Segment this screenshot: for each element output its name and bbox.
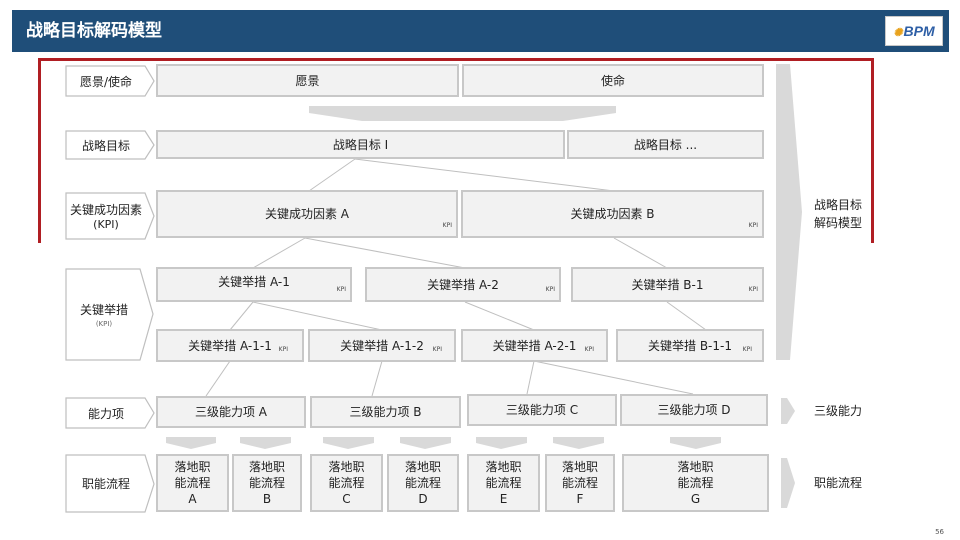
process-d-line3: D [418,492,428,506]
page-number: 56 [935,528,944,536]
process-a-line3: A [188,492,197,506]
csf-a-box: 关键成功因素 A KPI [156,190,458,238]
process-e-line3: E [499,492,508,506]
capability-d-box: 三级能力项 D [620,394,768,426]
action-a21-text: 关键举措 A-2-1 [492,338,577,353]
capability-side-label: 三级能力 [813,404,862,418]
model-side-line1: 战略目标 [813,198,862,212]
kpi-tag: KPI [748,286,758,293]
capability-a-box: 三级能力项 A [156,396,306,428]
action-a1-box: 关键举措 A-1 KPI [156,267,352,302]
kpi-tag: KPI [742,346,752,353]
process-d-line1: 落地职 [404,460,441,474]
action-b11-text: 关键举措 B-1-1 [648,338,732,353]
process-box-e: 落地职能流程 E [467,454,540,512]
label-vision-mission: 愿景/使命 [79,74,133,89]
action-a11-box: 关键举措 A-1-1 KPI [156,329,304,362]
label-actions-sub: (KPI) [95,320,113,328]
strategic-goal-more-text: 战略目标 ... [633,137,698,152]
process-side-label: 职能流程 [813,476,862,490]
label-csf-text: 关键成功因素 [69,203,142,217]
process-box-g: 落地职能流程 G [622,454,769,512]
csf-a-text: 关键成功因素 A [264,207,350,221]
kpi-tag: KPI [748,222,758,229]
action-a2-text: 关键举措 A-2 [427,277,499,292]
label-process: 职能流程 [81,477,130,491]
action-b1-box: 关键举措 B-1 KPI [571,267,764,302]
process-box-a: 落地职能流程 A [156,454,229,512]
capability-d-text: 三级能力项 D [657,403,731,417]
action-a2-box: 关键举措 A-2 KPI [365,267,561,302]
process-box-b: 落地职能流程 B [232,454,302,512]
capability-a-text: 三级能力项 A [194,405,268,419]
mission-text: 使命 [600,73,625,88]
model-side-line2: 解码模型 [813,216,862,230]
label-strategic-goals: 战略目标 [81,138,130,153]
kpi-tag: KPI [432,346,442,353]
action-a11-text: 关键举措 A-1-1 [188,338,272,353]
capability-c-box: 三级能力项 C [467,394,617,426]
csf-b-text: 关键成功因素 B [570,207,655,221]
process-a-line2: 能流程 [174,476,211,490]
strategic-goal-1-text: 战略目标 Ⅰ [332,137,389,152]
process-e-line2: 能流程 [485,476,522,490]
process-b-line2: 能流程 [248,476,285,490]
vision-text: 愿景 [295,73,320,88]
capability-chevron [781,398,795,424]
label-csf: 关键成功因素 (KPI) [66,193,146,239]
kpi-tag: KPI [336,286,346,293]
process-f-line3: F [576,492,584,506]
process-a-line1: 落地职 [174,460,211,474]
process-box-f: 落地职能流程 F [545,454,615,512]
process-d-line2: 能流程 [404,476,441,490]
process-box-c: 落地职能流程 C [310,454,383,512]
process-c-line1: 落地职 [328,460,365,474]
label-capability: 能力项 [87,406,124,421]
process-b-line1: 落地职 [248,460,285,474]
strategic-goal-more-box: 战略目标 ... [567,130,764,159]
kpi-tag: KPI [545,286,555,293]
action-a12-box: 关键举措 A-1-2 KPI [308,329,456,362]
action-b1-text: 关键举措 B-1 [631,277,704,292]
process-b-line3: B [262,492,272,506]
capability-b-box: 三级能力项 B [310,396,461,428]
mission-box: 使命 [462,64,764,97]
csf-b-box: 关键成功因素 B KPI [461,190,764,238]
capability-c-text: 三级能力项 C [505,403,579,417]
process-g-line2: 能流程 [677,476,714,490]
capability-b-text: 三级能力项 B [349,405,422,419]
process-box-d: 落地职能流程 D [387,454,459,512]
label-csf-sub: (KPI) [93,218,119,231]
label-actions-text: 关键举措 [79,303,128,317]
process-c-line3: C [342,492,351,506]
process-g-line1: 落地职 [677,460,714,474]
process-down-arrows [166,437,721,449]
model-side-label: 战略目标 解码模型 [806,196,870,232]
label-key-actions: 关键举措 (KPI) [66,269,142,360]
process-chevron [781,458,795,508]
action-a1-text: 关键举措 A-1 [218,274,290,289]
action-a12-text: 关键举措 A-1-2 [340,338,424,353]
process-e-line1: 落地职 [485,460,522,474]
strategic-goal-1-box: 战略目标 Ⅰ [156,130,565,159]
kpi-tag: KPI [278,346,288,353]
process-f-line2: 能流程 [561,476,598,490]
process-g-line3: G [690,492,701,506]
kpi-tag: KPI [584,346,594,353]
vision-box: 愿景 [156,64,459,97]
kpi-tag: KPI [442,222,452,229]
process-f-line1: 落地职 [561,460,598,474]
process-c-line2: 能流程 [328,476,365,490]
action-b11-box: 关键举措 B-1-1 KPI [616,329,764,362]
action-a21-box: 关键举措 A-2-1 KPI [461,329,608,362]
